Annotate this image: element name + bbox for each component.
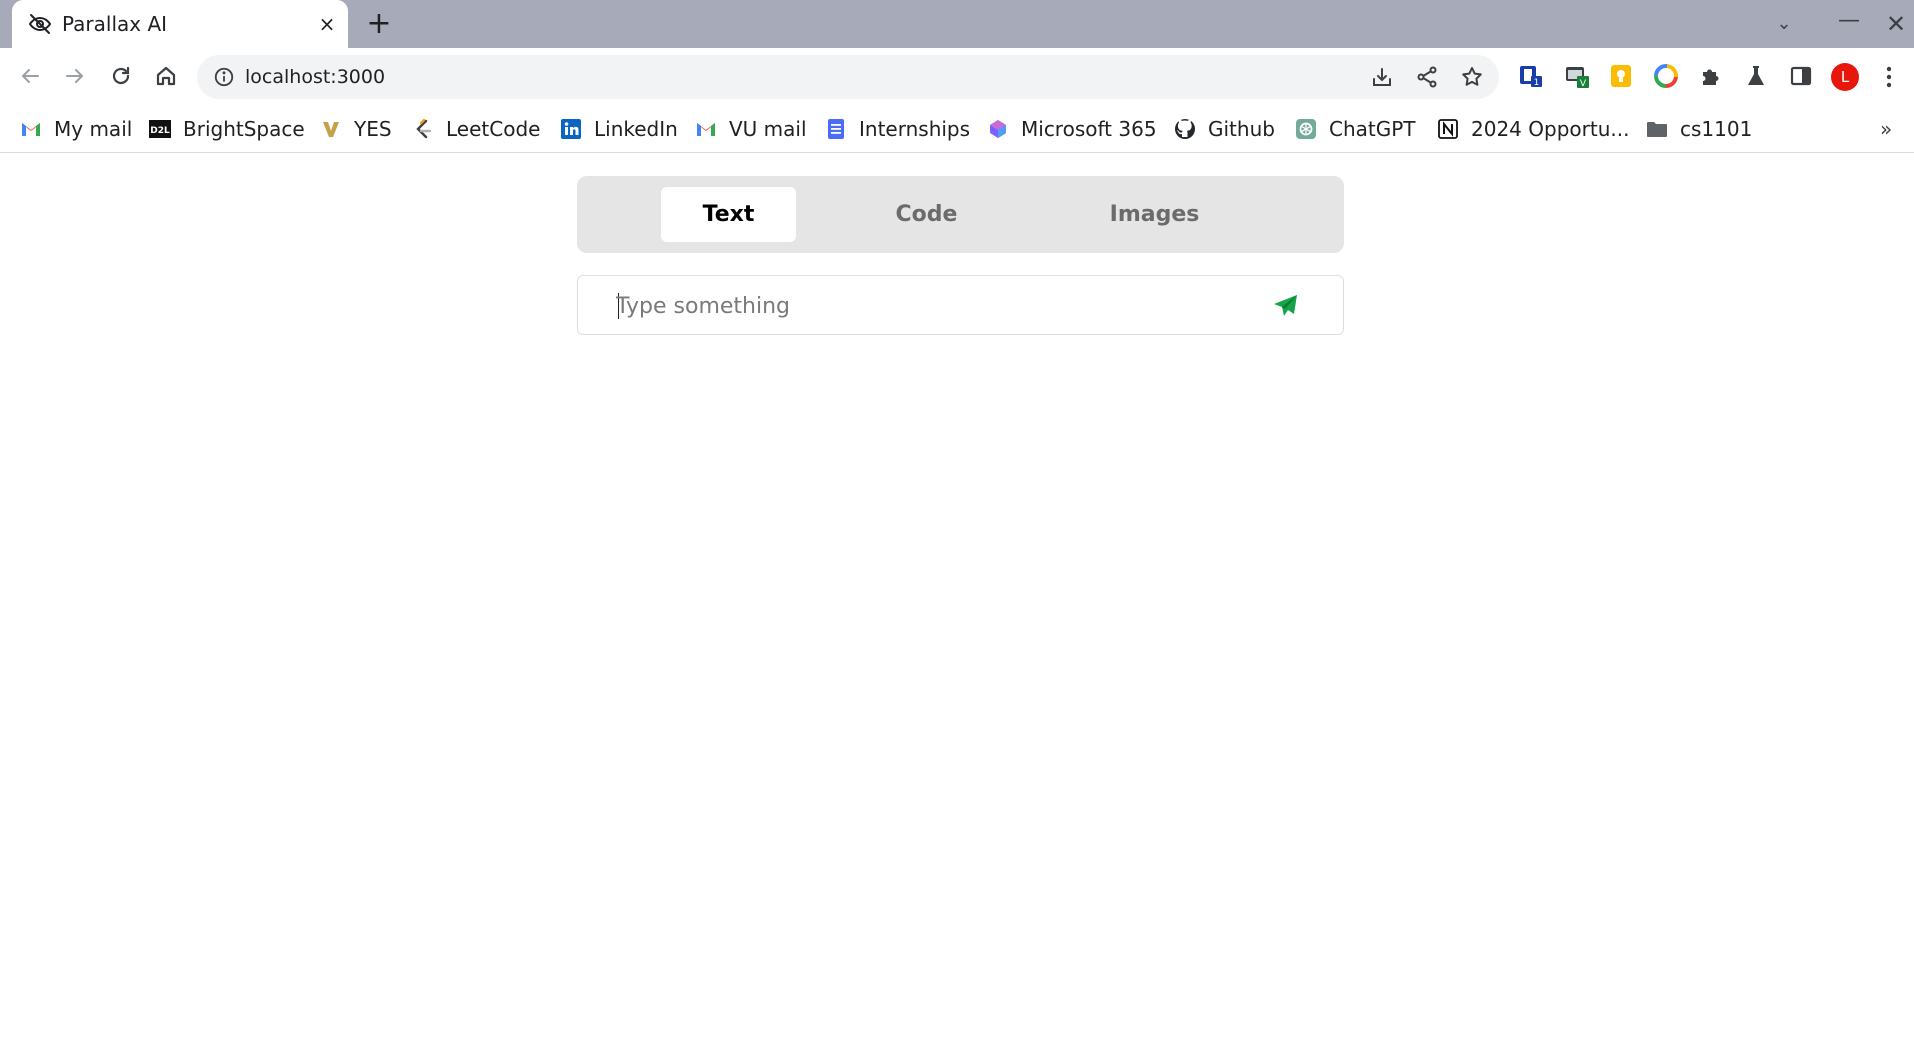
bookmark-label: Internships	[859, 117, 971, 141]
bookmark-star-icon[interactable]	[1460, 65, 1484, 89]
home-icon	[156, 66, 176, 86]
reload-button[interactable]	[106, 61, 136, 91]
browser-tab-strip: Parallax AI × + ⌄ — ✕	[0, 0, 1914, 48]
forward-button[interactable]	[60, 61, 90, 91]
bookmark-chatgpt[interactable]: ChatGPT	[1295, 115, 1416, 143]
extension-vision-icon[interactable]: V	[1562, 61, 1592, 91]
side-panel-icon[interactable]	[1786, 61, 1816, 91]
folder-icon	[1646, 118, 1668, 140]
bookmark-label: Microsoft 365	[1021, 117, 1157, 141]
tab-text[interactable]: Text	[661, 187, 796, 242]
bookmark-vu-mail[interactable]: VU mail	[695, 115, 807, 143]
bookmark-label: ChatGPT	[1329, 117, 1416, 141]
bookmark-yes[interactable]: YES	[320, 115, 392, 143]
browser-tab[interactable]: Parallax AI ×	[12, 0, 348, 48]
leetcode-icon	[412, 118, 434, 140]
bookmark-label: LeetCode	[446, 117, 541, 141]
bookmark-microsoft-365[interactable]: Microsoft 365	[987, 115, 1157, 143]
bookmark-label: BrightSpace	[183, 117, 305, 141]
microsoft365-icon	[987, 118, 1009, 140]
arrow-right-icon	[66, 69, 84, 83]
home-button[interactable]	[151, 61, 181, 91]
gmail-icon	[20, 118, 42, 140]
arrow-left-icon	[21, 69, 39, 83]
bookmark-label: YES	[354, 117, 392, 141]
docs-icon	[825, 118, 847, 140]
linkedin-icon	[560, 118, 582, 140]
bookmark-linkedin[interactable]: LinkedIn	[560, 115, 678, 143]
labs-flask-icon[interactable]	[1741, 61, 1771, 91]
bookmark-label: VU mail	[729, 117, 807, 141]
reload-icon	[112, 66, 130, 85]
share-icon[interactable]	[1415, 65, 1439, 89]
bookmark-github[interactable]: Github	[1174, 115, 1275, 143]
d2l-icon: D2L	[149, 118, 171, 140]
bookmark-label: cs1101	[1680, 117, 1753, 141]
send-button[interactable]	[1272, 292, 1300, 320]
svg-text:D2L: D2L	[150, 126, 170, 136]
notion-icon	[1437, 118, 1459, 140]
bookmark-leetcode[interactable]: LeetCode	[412, 115, 540, 143]
bookmark-internships[interactable]: Internships	[825, 115, 970, 143]
back-button[interactable]	[15, 61, 45, 91]
extension-keep-icon[interactable]	[1606, 61, 1636, 91]
bookmark-2024-opportunities[interactable]: 2024 Opportu...	[1437, 115, 1629, 143]
tab-close-icon[interactable]: ×	[316, 13, 338, 35]
browser-toolbar: localhost:3000 1 V L	[0, 48, 1914, 105]
bookmark-brightspace[interactable]: D2L BrightSpace	[149, 115, 305, 143]
bookmarks-bar: My mail D2L BrightSpace YES LeetCode Lin…	[0, 105, 1914, 153]
info-icon[interactable]	[213, 66, 235, 88]
prompt-input[interactable]	[616, 288, 1256, 324]
bookmark-label: My mail	[54, 117, 133, 141]
extension-color-picker-icon[interactable]	[1651, 61, 1681, 91]
more-menu-icon[interactable]	[1882, 63, 1896, 91]
svg-text:V: V	[1580, 79, 1587, 89]
bookmark-label: 2024 Opportu...	[1471, 117, 1630, 141]
minimize-button[interactable]: —	[1835, 10, 1863, 38]
chatgpt-icon	[1295, 118, 1317, 140]
new-tab-button[interactable]: +	[365, 9, 393, 39]
tab-code[interactable]: Code	[859, 187, 994, 242]
tab-search-button[interactable]: ⌄	[1770, 10, 1798, 38]
bookmark-label: LinkedIn	[594, 117, 678, 141]
tab-title: Parallax AI	[62, 12, 168, 36]
bookmark-my-mail[interactable]: My mail	[20, 115, 132, 143]
install-app-icon[interactable]	[1370, 65, 1394, 89]
profile-avatar[interactable]: L	[1831, 63, 1859, 91]
bookmark-label: Github	[1208, 117, 1275, 141]
bookmarks-overflow-chevron-icon[interactable]: »	[1880, 117, 1892, 141]
address-bar[interactable]: localhost:3000	[197, 55, 1499, 99]
extensions-puzzle-icon[interactable]	[1696, 61, 1726, 91]
prompt-container	[577, 275, 1344, 335]
mode-switcher: Text Code Images	[577, 176, 1344, 253]
extension-reader-icon[interactable]: 1	[1516, 61, 1546, 91]
bookmark-folder-cs1101[interactable]: cs1101	[1646, 115, 1752, 143]
send-icon	[1274, 295, 1297, 316]
github-icon	[1174, 118, 1196, 140]
gmail-icon	[695, 118, 717, 140]
url-text[interactable]: localhost:3000	[245, 65, 385, 89]
close-window-button[interactable]: ✕	[1882, 10, 1910, 38]
svg-text:1: 1	[1534, 78, 1540, 88]
tab-images[interactable]: Images	[1087, 187, 1222, 242]
eye-off-icon	[28, 12, 52, 36]
vanderbilt-icon	[320, 118, 342, 140]
